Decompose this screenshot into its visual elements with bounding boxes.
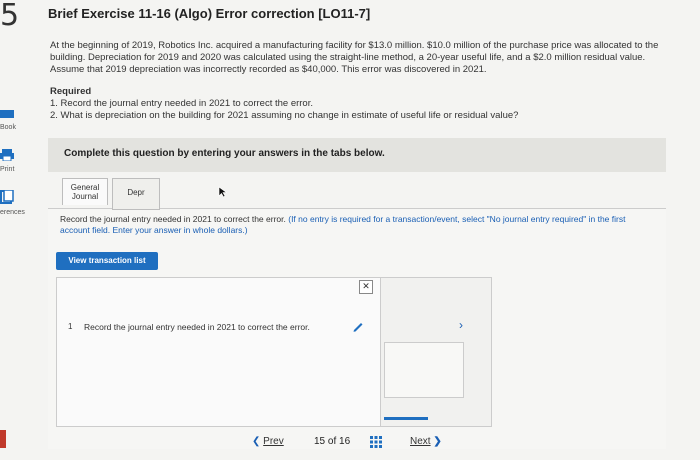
entry-preview-box (384, 342, 464, 398)
view-transaction-list-button[interactable]: View transaction list (56, 252, 158, 270)
question-number: 5 (0, 0, 20, 33)
next-button[interactable]: Next ❯ (410, 436, 442, 447)
prev-chevron-icon: ❮ (252, 436, 261, 447)
next-label: Next (410, 436, 431, 447)
tab-general-journal-line1: General (70, 183, 100, 192)
required-heading: Required (50, 86, 92, 97)
page-indicator: 15 of 16 (314, 436, 351, 447)
mouse-cursor-icon (218, 186, 228, 198)
required-section: Required 1. Record the journal entry nee… (50, 86, 518, 122)
sidebar-references-label: erences (0, 209, 25, 216)
sidebar-print-label: Print (0, 166, 15, 173)
scroll-indicator (384, 417, 428, 420)
tab-general-journal-line2: Journal (71, 192, 99, 201)
next-chevron-icon: ❯ (433, 436, 442, 447)
journal-entry-worksheet (56, 277, 384, 427)
tab-depr[interactable]: Depr (112, 178, 160, 210)
sidebar-references[interactable]: erences (0, 189, 30, 216)
sidebar-book[interactable]: Book (0, 106, 30, 131)
row-description: Record the journal entry needed in 2021 … (84, 322, 310, 332)
prev-button[interactable]: ❮ Prev (252, 436, 284, 447)
banner-text: Complete this question by entering your … (64, 148, 385, 159)
required-item-1: 1. Record the journal entry needed in 20… (50, 98, 313, 109)
chevron-right-icon[interactable]: › (459, 318, 463, 332)
required-item-2: 2. What is depreciation on the building … (50, 110, 519, 121)
row-number: 1 (68, 322, 73, 331)
instruction-main: Record the journal entry needed in 2021 … (60, 214, 286, 224)
instruction-banner: Complete this question by entering your … (48, 138, 666, 172)
pencil-icon[interactable] (352, 320, 364, 332)
references-icon (0, 189, 30, 209)
tab-instructions: Record the journal entry needed in 2021 … (60, 214, 650, 236)
exercise-title: Brief Exercise 11-16 (Algo) Error correc… (48, 6, 371, 21)
sidebar-book-label: Book (0, 124, 16, 131)
sidebar-red-marker (0, 430, 6, 448)
tab-general-journal[interactable]: General Journal (62, 178, 108, 205)
print-icon (0, 148, 30, 166)
grid-icon[interactable] (370, 436, 382, 448)
problem-description: At the beginning of 2019, Robotics Inc. … (50, 40, 659, 75)
book-icon (0, 106, 30, 124)
prev-label: Prev (263, 436, 284, 447)
sidebar-print[interactable]: Print (0, 148, 30, 173)
close-icon[interactable]: ✕ (359, 280, 373, 294)
